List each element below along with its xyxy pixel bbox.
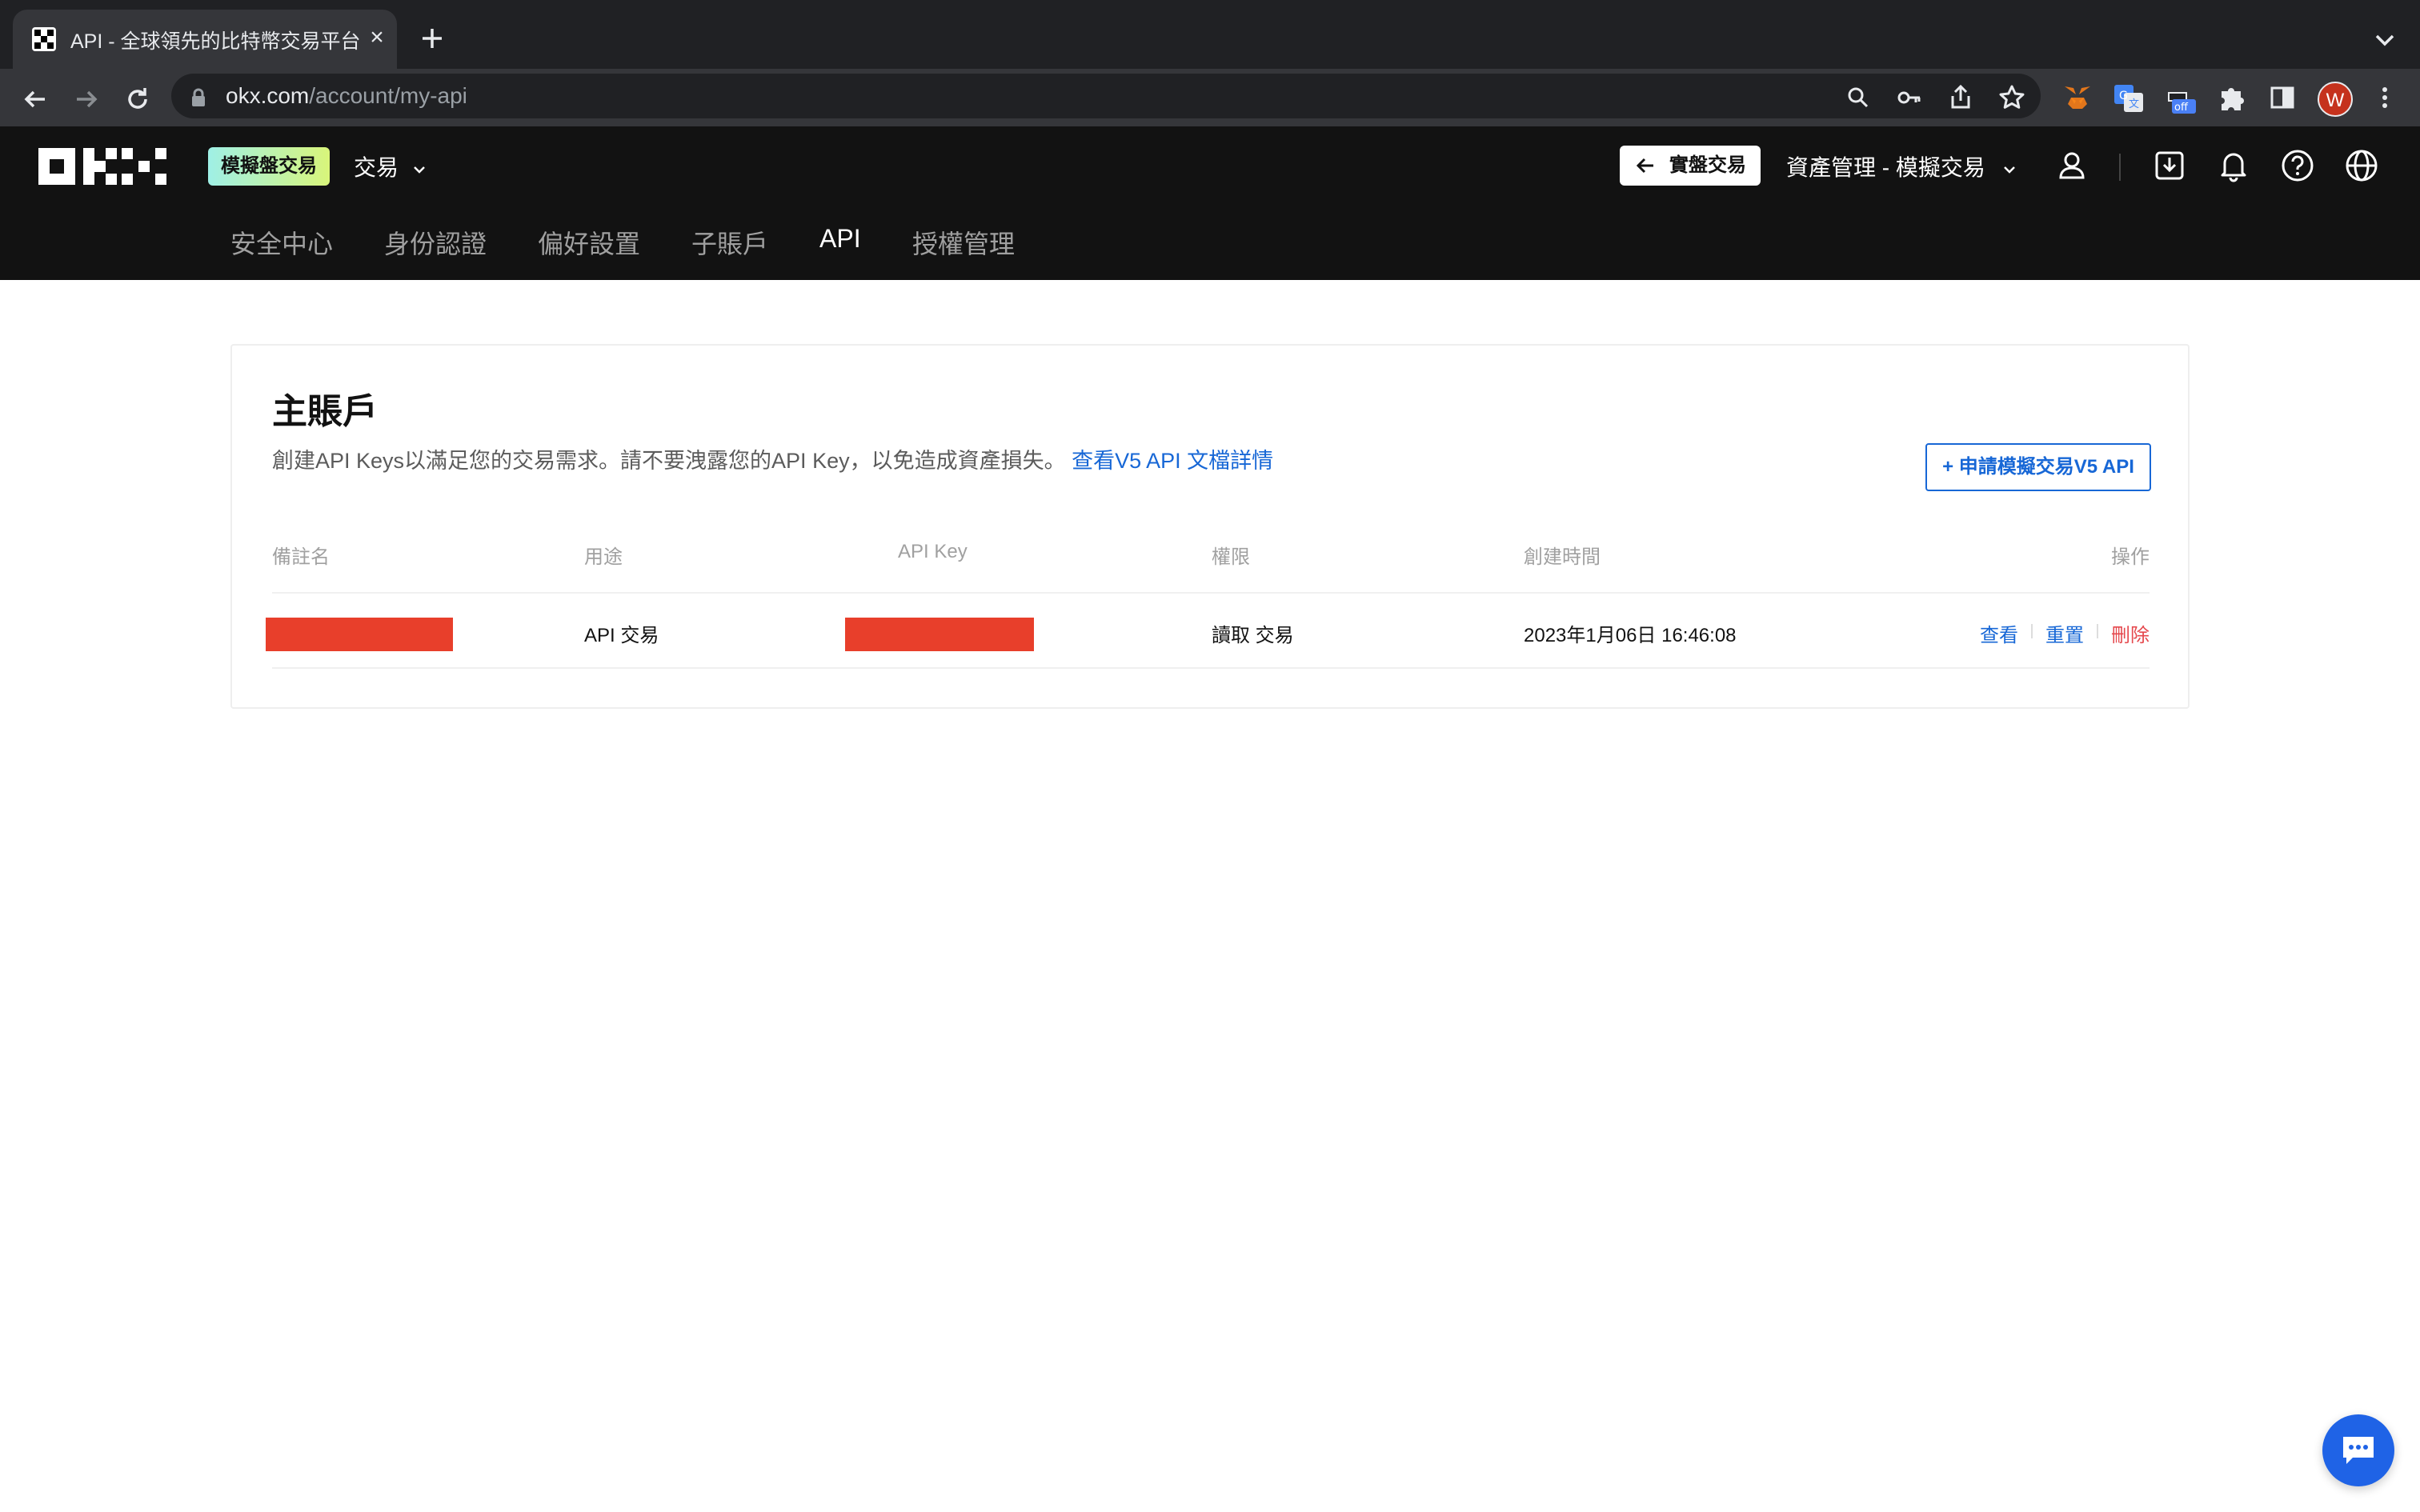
page-title: 主賬戶 [272,392,378,431]
bookmark-star-icon[interactable] [1997,83,2026,112]
tab-title: API - 全球領先的比特幣交易平台 [70,30,361,53]
bell-icon[interactable] [2215,147,2252,184]
asset-management-menu[interactable]: 資產管理 - 模擬交易 [1786,150,2019,182]
new-tab-icon[interactable] [416,22,448,54]
key-icon[interactable] [1895,83,1924,112]
tab-search-chevron-icon[interactable] [2369,26,2401,54]
delete-action[interactable]: 刪除 [2111,619,2150,647]
sidepanel-icon[interactable] [2265,80,2300,115]
table-header-actions: 操作 [2111,546,2150,568]
api-card: 主賬戶 創建API Keys以滿足您的交易需求。請不要洩露您的API Key，以… [230,344,2190,709]
user-icon[interactable] [2053,147,2090,184]
cell-permission: 讀取 交易 [1212,625,1294,646]
browser-toolbar: okx.com/account/my-api G文 off W [0,69,2420,126]
view-action[interactable]: 查看 [1980,619,2018,647]
chevron-down-icon [2003,166,2015,174]
globe-icon[interactable] [2343,147,2380,184]
action-separator [2031,624,2033,638]
translate-icon[interactable]: G文 [2111,80,2146,115]
cell-usage: API 交易 [584,625,659,646]
subnav-item-security[interactable]: 安全中心 [230,224,333,261]
url-path: /account/my-api [309,83,467,108]
redacted-api-key [845,618,1034,651]
action-separator [2097,624,2098,638]
svg-text:文: 文 [2129,98,2139,110]
chevron-down-icon [413,166,425,174]
help-icon[interactable] [2279,147,2316,184]
metamask-icon[interactable] [2060,80,2095,115]
table-header-usage: 用途 [584,546,623,568]
browser-tab[interactable]: API - 全球領先的比特幣交易平台 × [13,10,397,69]
extension-off-icon[interactable]: off [2162,80,2198,115]
reset-action[interactable]: 重置 [2045,619,2084,647]
subnav-item-subaccount[interactable]: 子賬戶 [691,224,768,261]
table-row-divider [272,667,2150,669]
forward-arrow-icon[interactable] [69,82,104,117]
download-icon[interactable] [2151,147,2188,184]
real-trading-button[interactable]: 實盤交易 [1620,146,1761,186]
back-arrow-icon[interactable] [18,82,53,117]
address-bar[interactable]: okx.com/account/my-api [171,74,2041,118]
table-header-permission: 權限 [1212,546,1250,568]
table-header-api-key: API Key [898,541,968,562]
svg-text:G: G [2119,90,2128,102]
profile-avatar[interactable]: W [2318,82,2353,117]
subnav-item-authorization[interactable]: 授權管理 [912,224,1015,261]
demo-trading-badge[interactable]: 模擬盤交易 [208,147,330,186]
site-header: 模擬盤交易 交易 實盤交易 資產管理 - 模擬交易 安全中心 身份認證 偏好設置… [0,126,2420,280]
trade-menu[interactable]: 交易 [354,150,429,182]
arrow-left-icon [1636,158,1653,174]
table-header-divider [272,592,2150,594]
puzzle-icon[interactable] [2214,80,2249,115]
table-header-created: 創建時間 [1524,546,1601,568]
subnav-item-verification[interactable]: 身份認證 [384,224,487,261]
table-header-name: 備註名 [272,546,330,568]
asset-menu-label: 資產管理 - 模擬交易 [1786,155,1985,180]
okx-logo[interactable] [38,148,166,185]
browser-tabstrip: API - 全球領先的比特幣交易平台 × [0,0,2420,69]
header-divider [2119,154,2121,181]
trade-menu-label: 交易 [354,155,399,180]
real-trading-label: 實盤交易 [1669,154,1746,176]
okx-favicon-icon [32,27,56,51]
lock-icon[interactable] [189,86,208,109]
chat-icon [2343,1437,2374,1464]
page-description: 創建API Keys以滿足您的交易需求。請不要洩露您的API Key，以免造成資… [272,443,1273,474]
url-host: okx.com [226,83,310,108]
share-icon[interactable] [1946,83,1975,112]
description-text: 創建API Keys以滿足您的交易需求。請不要洩露您的API Key，以免造成資… [272,449,1066,473]
zoom-icon[interactable] [1844,83,1873,112]
support-chat-button[interactable] [2322,1414,2394,1486]
subnav-item-api[interactable]: API [819,224,861,254]
tab-close-icon[interactable]: × [363,24,391,51]
v5-api-doc-link[interactable]: 查看V5 API 文檔詳情 [1072,449,1273,473]
kebab-menu-icon[interactable] [2369,80,2401,115]
extension-off-badge: off [2174,102,2189,114]
url-text[interactable]: okx.com/account/my-api [226,83,467,109]
reload-icon[interactable] [120,82,155,117]
redacted-name [266,618,453,651]
cell-created: 2023年1月06日 16:46:08 [1524,625,1737,646]
apply-demo-api-button[interactable]: + 申請模擬交易V5 API [1925,443,2151,491]
subnav-item-preferences[interactable]: 偏好設置 [538,224,640,261]
